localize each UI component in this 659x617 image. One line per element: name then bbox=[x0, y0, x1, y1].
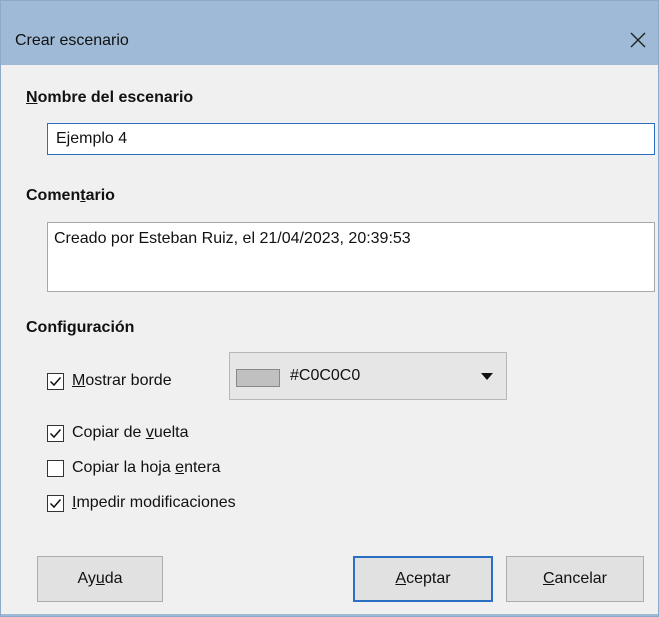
checkbox-box bbox=[47, 424, 64, 442]
copy-entire-sheet-checkbox[interactable]: Copiar la hoja entera bbox=[47, 456, 221, 480]
checkbox-box bbox=[47, 372, 64, 390]
dropdown-arrow-icon bbox=[481, 373, 493, 380]
prevent-changes-label: Impedir modificaciones bbox=[72, 494, 236, 511]
checkbox-box bbox=[47, 494, 64, 512]
create-scenario-dialog: Crear escenario Nombre del escenario Com… bbox=[0, 0, 659, 617]
border-color-dropdown[interactable]: #C0C0C0 bbox=[229, 352, 507, 400]
border-color-value: #C0C0C0 bbox=[290, 367, 361, 384]
copy-back-label: Copiar de vuelta bbox=[72, 424, 189, 441]
ok-button[interactable]: Aceptar bbox=[353, 556, 493, 602]
help-button[interactable]: Ay u da bbox=[37, 556, 163, 602]
comment-textarea[interactable]: Creado por Esteban Ruiz, el 21/04/2023, … bbox=[47, 222, 655, 292]
prevent-changes-checkbox[interactable]: Impedir modificaciones bbox=[47, 491, 236, 515]
checkmark-icon bbox=[49, 428, 62, 438]
checkmark-icon bbox=[49, 498, 62, 508]
dialog-title: Crear escenario bbox=[15, 32, 129, 49]
bottom-border bbox=[1, 614, 658, 616]
comment-label: Comentario bbox=[26, 187, 115, 204]
settings-label: Configuración bbox=[26, 319, 135, 336]
scenario-name-label: Nombre del escenario bbox=[26, 89, 194, 106]
copy-entire-sheet-label: Copiar la hoja entera bbox=[72, 459, 221, 476]
cancel-button[interactable]: Cancelar bbox=[506, 556, 644, 602]
show-border-label: Mostrar borde bbox=[72, 372, 172, 389]
close-button[interactable] bbox=[625, 25, 651, 55]
copy-back-checkbox[interactable]: Copiar de vuelta bbox=[47, 421, 189, 445]
close-icon bbox=[630, 32, 646, 48]
show-border-checkbox[interactable]: Mostrar borde bbox=[47, 369, 172, 393]
scenario-name-input[interactable] bbox=[47, 123, 655, 155]
color-swatch bbox=[236, 369, 280, 387]
checkmark-icon bbox=[49, 376, 62, 386]
title-bar: Crear escenario bbox=[1, 1, 658, 65]
checkbox-box bbox=[47, 459, 64, 477]
